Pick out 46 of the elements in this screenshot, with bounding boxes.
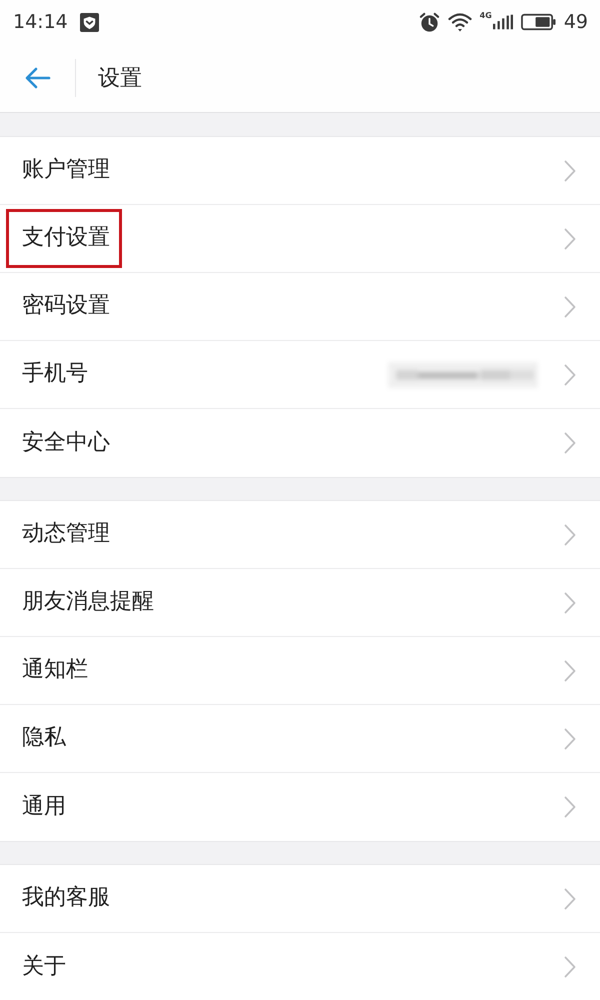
- chevron-right-icon: [564, 956, 576, 978]
- chevron-right-icon: [564, 160, 576, 182]
- chevron-right-icon: [564, 796, 576, 818]
- back-arrow-icon: [25, 67, 51, 89]
- row-label: 账户管理: [22, 156, 110, 184]
- row-label: 动态管理: [22, 520, 110, 548]
- signal-bars-icon: [492, 14, 513, 30]
- shield-app-icon: [80, 12, 99, 32]
- settings-row[interactable]: 手机号: [0, 341, 600, 409]
- settings-row[interactable]: 账户管理: [0, 137, 600, 205]
- settings-row[interactable]: 关于: [0, 933, 600, 1000]
- settings-row[interactable]: 隐私: [0, 705, 600, 773]
- page-title: 设置: [98, 65, 142, 93]
- row-label: 我的客服: [22, 884, 110, 912]
- wifi-icon: [448, 12, 472, 32]
- row-label: 关于: [22, 952, 66, 981]
- chevron-right-icon: [564, 228, 576, 250]
- row-label: 手机号: [22, 360, 88, 388]
- chevron-right-icon: [564, 296, 576, 318]
- settings-row[interactable]: 动态管理: [0, 501, 600, 569]
- settings-row[interactable]: 通用: [0, 773, 600, 841]
- settings-row[interactable]: 支付设置: [0, 205, 600, 273]
- settings-row[interactable]: 通知栏: [0, 637, 600, 705]
- row-label: 通用: [22, 792, 66, 821]
- row-label: 安全中心: [22, 428, 110, 457]
- chevron-right-icon: [564, 888, 576, 910]
- row-label: 隐私: [22, 724, 66, 752]
- chevron-right-icon: [564, 524, 576, 546]
- chevron-right-icon: [564, 592, 576, 614]
- chevron-right-icon: [564, 728, 576, 750]
- settings-row[interactable]: 我的客服: [0, 865, 600, 933]
- battery-percent: 49: [564, 11, 588, 33]
- row-label: 朋友消息提醒: [22, 588, 154, 616]
- status-time: 14:14: [13, 11, 68, 33]
- row-label: 密码设置: [22, 292, 110, 320]
- alarm-clock-icon: [418, 12, 440, 32]
- row-label: 通知栏: [22, 656, 88, 684]
- row-label: 支付设置: [22, 224, 110, 252]
- battery-icon: [520, 13, 556, 31]
- settings-row[interactable]: 朋友消息提醒: [0, 569, 600, 637]
- network-type-label: 4G: [480, 12, 492, 20]
- settings-row[interactable]: 密码设置: [0, 273, 600, 341]
- chevron-right-icon: [564, 432, 576, 454]
- settings-row[interactable]: 安全中心: [0, 409, 600, 477]
- chevron-right-icon: [564, 660, 576, 682]
- chevron-right-icon: [564, 364, 576, 386]
